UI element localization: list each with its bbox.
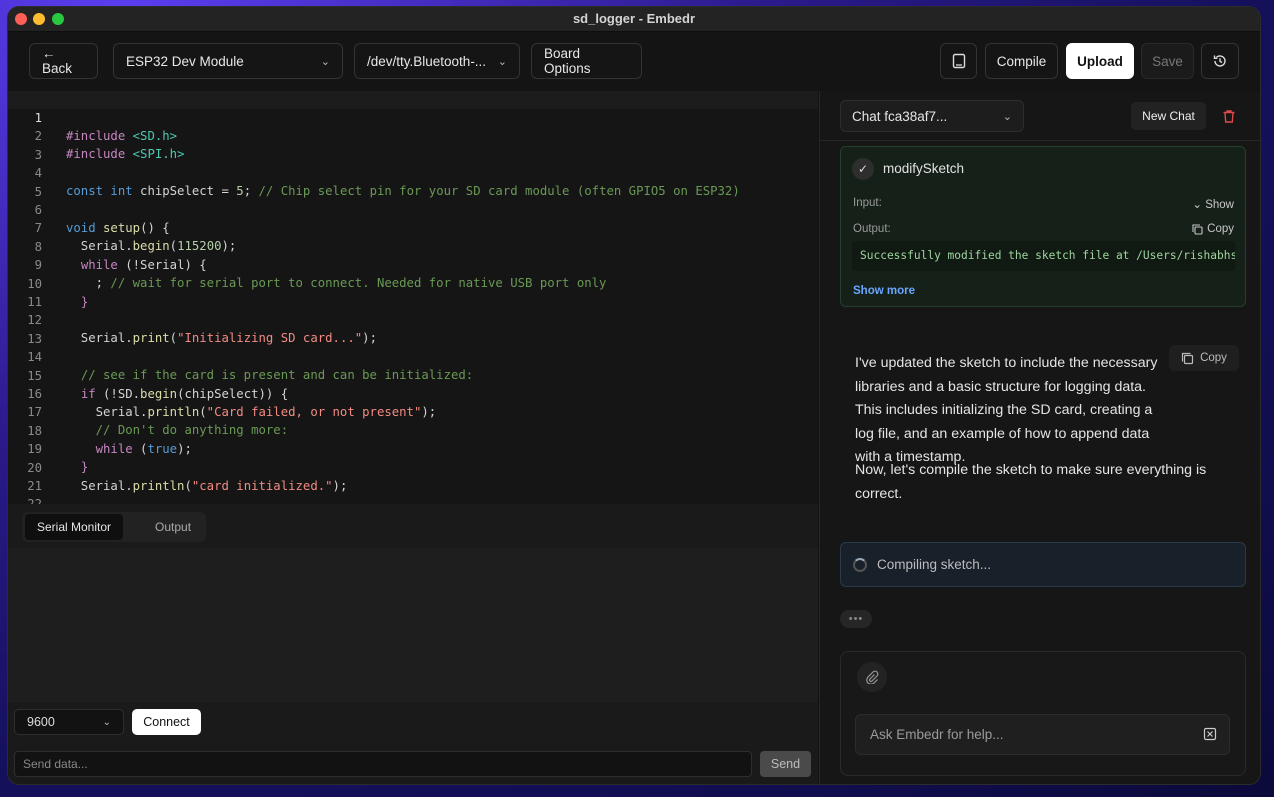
compile-button[interactable]: Compile — [985, 43, 1058, 79]
tab-output[interactable]: Output — [143, 514, 203, 540]
code-line: 16 Serial.println("Card failed, or not p… — [27, 387, 437, 419]
code-line: 12 Serial.print("Initializing SD card...… — [27, 313, 377, 346]
code-line: 22 // Create or open the data log file — [8, 477, 818, 504]
code-line: 21 — [27, 479, 42, 493]
code-editor[interactable]: 1 #include <SD.h> 2 #include <SPI.h> 3 4… — [8, 91, 818, 504]
chat-input[interactable]: Ask Embedr for help... — [855, 714, 1230, 755]
serial-plotter-button[interactable] — [940, 43, 977, 79]
assistant-message: Now, let's compile the sketch to make su… — [855, 462, 1207, 502]
code-line: 19 } — [27, 442, 89, 475]
window-title: sd_logger - Embedr — [572, 11, 696, 26]
tool-name: modifySketch — [883, 161, 965, 176]
compiling-status: Compiling sketch... — [840, 542, 1246, 587]
serial-monitor-output — [8, 548, 818, 702]
code-line: 14 // see if the card is present and can… — [27, 350, 474, 383]
code-line: 18 while (true); — [27, 423, 192, 456]
baud-rate-select[interactable]: 9600 ⌄ — [14, 709, 124, 735]
copy-label: Copy — [1207, 223, 1234, 235]
chat-panel: Chat fca38af7... ⌄ New Chat ✓ modifySket… — [819, 91, 1260, 784]
tool-output-text: Successfully modified the sketch file at… — [852, 241, 1235, 271]
chevron-down-icon: ⌄ — [1192, 199, 1206, 211]
history-icon — [1213, 55, 1226, 67]
trash-icon — [1223, 109, 1235, 123]
copy-icon — [1181, 352, 1194, 364]
board-options-button[interactable]: Board Options — [531, 43, 642, 79]
code-line: 4 const int chipSelect = 5; // Chip sele… — [34, 166, 740, 199]
chat-selector-label: Chat fca38af7... — [852, 108, 948, 124]
upload-button[interactable]: Upload — [1066, 43, 1134, 79]
baud-rate-value: 9600 — [27, 715, 55, 729]
bottom-panel: Serial Monitor Output 9600 ⌄ Connect Sen… — [8, 504, 818, 784]
code-line: 15 if (!SD.begin(chipSelect)) { — [27, 368, 289, 401]
copy-message-button[interactable]: Copy — [1169, 345, 1239, 371]
context-icon[interactable] — [1203, 727, 1217, 744]
code-line: 10 } — [27, 276, 89, 309]
delete-chat-button[interactable] — [1215, 102, 1243, 130]
code-line: 17 // Don't do anything more: — [27, 405, 289, 438]
output-label: Output: — [853, 223, 891, 235]
new-chat-button[interactable]: New Chat — [1131, 102, 1206, 130]
code-line: 7 Serial.begin(115200); — [34, 221, 237, 254]
device-icon — [952, 53, 965, 69]
connect-button[interactable]: Connect — [132, 709, 201, 735]
chat-selector[interactable]: Chat fca38af7... ⌄ — [840, 100, 1024, 132]
check-icon: ✓ — [852, 158, 874, 180]
spinner-icon — [853, 557, 867, 572]
bottom-tabs: Serial Monitor Output — [22, 512, 207, 542]
chat-input-placeholder: Ask Embedr for help... — [870, 727, 1004, 742]
board-select-label: ESP32 Dev Module — [126, 53, 244, 69]
chevron-down-icon: ⌄ — [497, 55, 507, 68]
code-line: 6 void setup() { — [34, 203, 170, 235]
send-button[interactable]: Send — [760, 751, 811, 777]
assistant-message: I've updated the sketch to include the n… — [855, 355, 1158, 465]
port-select[interactable]: /dev/tty.Bluetooth-... ⌄ — [354, 43, 520, 79]
copy-label: Copy — [1200, 352, 1227, 364]
chevron-down-icon: ⌄ — [1002, 110, 1012, 123]
show-more-link[interactable]: Show more — [853, 285, 915, 297]
history-button[interactable] — [1201, 43, 1239, 79]
toolbar: ← Back ESP32 Dev Module ⌄ /dev/tty.Bluet… — [8, 32, 1260, 90]
input-label: Input: — [853, 197, 882, 209]
code-line: 3 — [34, 147, 42, 162]
app-window: sd_logger - Embedr ← Back ESP32 Dev Modu… — [8, 7, 1260, 784]
code-line: 2 #include <SPI.h> — [34, 129, 185, 162]
attach-button[interactable] — [857, 662, 887, 692]
tab-serial-monitor[interactable]: Serial Monitor — [25, 514, 124, 540]
chat-composer: Ask Embedr for help... — [840, 651, 1246, 776]
typing-indicator: ••• — [840, 610, 872, 628]
code-line: 9 ; // wait for serial port to connect. … — [34, 258, 607, 291]
paperclip-icon — [866, 670, 879, 684]
board-select[interactable]: ESP32 Dev Module ⌄ — [113, 43, 343, 79]
chevron-down-icon: ⌄ — [102, 716, 111, 728]
code-line: 13 — [27, 331, 42, 346]
show-input-toggle[interactable]: ⌄ Show — [1192, 197, 1234, 211]
port-select-label: /dev/tty.Bluetooth-... — [367, 53, 487, 69]
title-bar: sd_logger - Embedr — [8, 7, 1260, 32]
divider — [820, 140, 1260, 141]
tool-call-card: ✓ modifySketch Input: ⌄ Show Output: Cop… — [840, 146, 1246, 307]
copy-output-button[interactable]: Copy — [1192, 223, 1234, 235]
code-line: 11 — [27, 295, 42, 309]
send-data-input[interactable]: Send data... — [14, 751, 752, 777]
status-text: Compiling sketch... — [877, 557, 992, 572]
code-line: 1 #include <SD.h> — [8, 91, 818, 143]
back-button[interactable]: ← Back — [29, 43, 98, 79]
chevron-down-icon: ⌄ — [320, 55, 330, 68]
code-line: 20 Serial.println("card initialized."); — [27, 460, 348, 493]
code-line: 5 — [34, 184, 42, 199]
copy-icon — [1192, 223, 1203, 235]
code-line: 8 while (!Serial) { — [34, 239, 207, 272]
show-label: Show — [1205, 199, 1234, 211]
save-button[interactable]: Save — [1141, 43, 1194, 79]
